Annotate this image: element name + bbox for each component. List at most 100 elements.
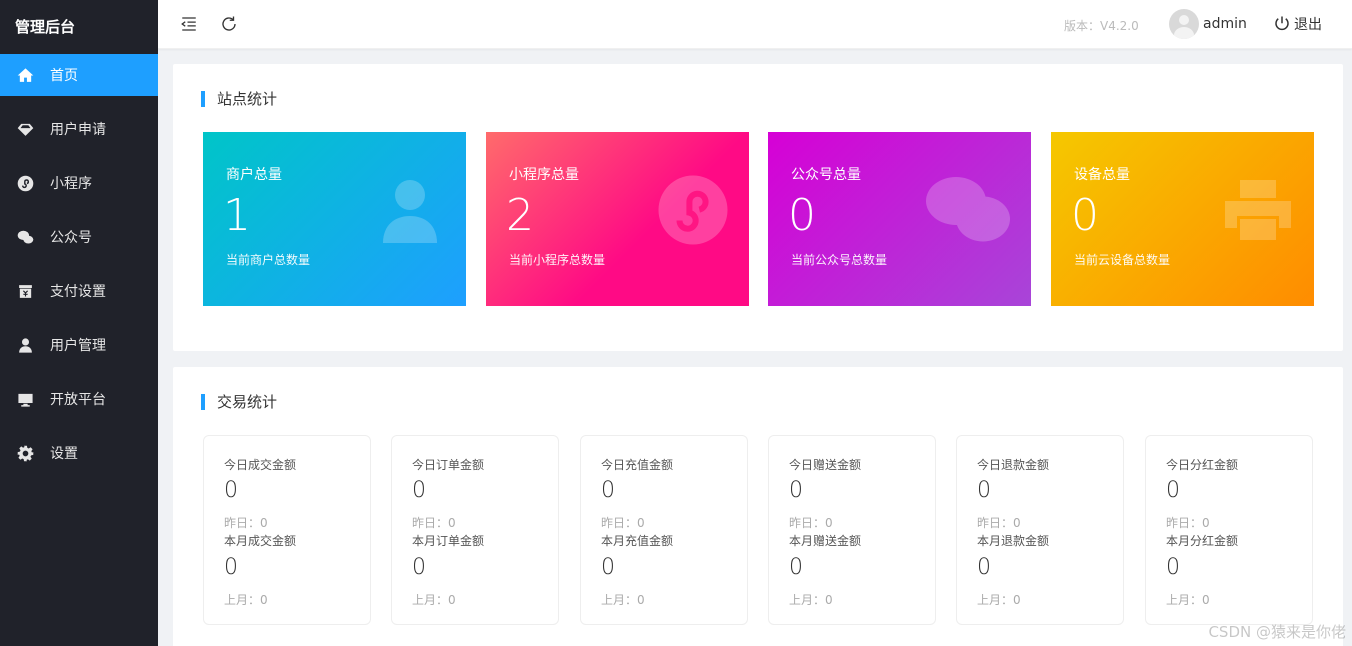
yesterday-value: 昨日：0 [977, 516, 1021, 530]
today-value: 0 [1166, 478, 1180, 503]
today-value: 0 [977, 478, 991, 503]
logout-label: 退出 [1294, 17, 1322, 33]
month-value: 0 [977, 555, 991, 580]
user-silhouette-icon [374, 174, 446, 246]
yesterday-value: 昨日：0 [1166, 516, 1210, 530]
stat-title: 小程序总量 [509, 167, 579, 183]
yesterday-value: 昨日：0 [789, 516, 833, 530]
yesterday-value: 昨日：0 [224, 516, 268, 530]
wechat-icon [923, 174, 1013, 246]
month-value: 0 [1166, 555, 1180, 580]
month-label: 本月退款金额 [977, 534, 1050, 548]
sidebar-item-payment-settings[interactable]: 支付设置 [0, 270, 158, 312]
trade-card: 今日充值金额 0 昨日：0 本月充值金额 0 上月：0 [580, 435, 748, 625]
sidebar-item-official-account[interactable]: 公众号 [0, 216, 158, 258]
home-icon [16, 66, 34, 84]
sidebar-item-label: 开放平台 [50, 392, 106, 408]
stat-card-merchants[interactable]: 商户总量 1 当前商户总数量 [203, 132, 466, 306]
stat-value: 2 [506, 190, 534, 241]
sidebar-item-label: 用户申请 [50, 122, 106, 138]
stat-value: 0 [1071, 190, 1099, 241]
month-label: 本月成交金额 [224, 534, 297, 548]
app-logo: 管理后台 [15, 18, 76, 36]
mini-program-icon [657, 174, 729, 246]
sidebar-item-label: 小程序 [50, 176, 92, 192]
last-month-value: 上月：0 [601, 593, 645, 607]
sidebar-item-user-management[interactable]: 用户管理 [0, 324, 158, 366]
sidebar-item-mini-program[interactable]: 小程序 [0, 162, 158, 204]
today-label: 今日退款金额 [977, 458, 1050, 472]
today-label: 今日充值金额 [601, 458, 674, 472]
version-label: 版本：V4.2.0 [1064, 19, 1139, 33]
gear-icon [16, 444, 34, 462]
month-label: 本月充值金额 [601, 534, 674, 548]
sidebar-item-settings[interactable]: 设置 [0, 432, 158, 474]
sidebar-item-label: 首页 [50, 68, 78, 84]
trade-card: 今日赠送金额 0 昨日：0 本月赠送金额 0 上月：0 [768, 435, 936, 625]
sidebar-item-user-apply[interactable]: 用户申请 [0, 108, 158, 150]
watermark: CSDN @猿来是你佬 [1208, 623, 1346, 641]
stat-title: 商户总量 [226, 167, 282, 183]
last-month-value: 上月：0 [412, 593, 456, 607]
user-icon [16, 336, 34, 354]
last-month-value: 上月：0 [1166, 593, 1210, 607]
site-stats-title: 站点统计 [201, 91, 277, 107]
last-month-value: 上月：0 [224, 593, 268, 607]
stat-card-devices[interactable]: 设备总量 0 当前云设备总数量 [1051, 132, 1314, 306]
mini-program-icon [16, 174, 34, 192]
month-label: 本月订单金额 [412, 534, 485, 548]
refresh-button[interactable] [218, 13, 240, 35]
monitor-icon [16, 390, 34, 408]
stat-desc: 当前云设备总数量 [1074, 253, 1171, 267]
stat-title: 设备总量 [1074, 167, 1130, 183]
today-label: 今日成交金额 [224, 458, 297, 472]
refresh-icon [222, 16, 236, 31]
sidebar-item-label: 公众号 [50, 230, 92, 246]
site-stats-panel: 站点统计 商户总量 1 当前商户总数量 小程序总量 2 当前小程序总数量 公众号… [173, 64, 1343, 351]
stat-card-mini-programs[interactable]: 小程序总量 2 当前小程序总数量 [486, 132, 749, 306]
month-value: 0 [601, 555, 615, 580]
month-label: 本月赠送金额 [789, 534, 862, 548]
diamond-icon [16, 120, 34, 138]
month-value: 0 [789, 555, 803, 580]
trade-card: 今日订单金额 0 昨日：0 本月订单金额 0 上月：0 [391, 435, 559, 625]
sidebar: 管理后台 首页 用户申请 小程序 公众号 支付设置 用户管理 开放平台 设置 [0, 0, 158, 646]
printer-icon [1222, 174, 1294, 246]
trade-card: 今日分红金额 0 昨日：0 本月分红金额 0 上月：0 [1145, 435, 1313, 625]
yesterday-value: 昨日：0 [412, 516, 456, 530]
stat-card-official-accounts[interactable]: 公众号总量 0 当前公众号总数量 [768, 132, 1031, 306]
avatar [1169, 9, 1199, 39]
month-value: 0 [412, 555, 426, 580]
username: admin [1203, 16, 1247, 32]
trade-card: 今日退款金额 0 昨日：0 本月退款金额 0 上月：0 [956, 435, 1124, 625]
stat-title: 公众号总量 [791, 167, 861, 183]
stat-desc: 当前公众号总数量 [791, 253, 888, 267]
collapse-menu-button[interactable] [178, 13, 200, 35]
today-value: 0 [601, 478, 615, 503]
power-icon [1275, 16, 1289, 31]
trade-card: 今日成交金额 0 昨日：0 本月成交金额 0 上月：0 [203, 435, 371, 625]
yesterday-value: 昨日：0 [601, 516, 645, 530]
sidebar-item-open-platform[interactable]: 开放平台 [0, 378, 158, 420]
stat-value: 0 [788, 190, 816, 241]
sidebar-item-label: 设置 [50, 446, 78, 462]
stat-value: 1 [223, 190, 251, 241]
today-value: 0 [224, 478, 238, 503]
month-label: 本月分红金额 [1166, 534, 1239, 548]
sidebar-item-home[interactable]: 首页 [0, 54, 158, 96]
stat-desc: 当前商户总数量 [226, 253, 311, 267]
logout-button[interactable]: 退出 [1273, 14, 1322, 34]
last-month-value: 上月：0 [789, 593, 833, 607]
today-label: 今日订单金额 [412, 458, 485, 472]
payment-icon [16, 282, 34, 300]
today-label: 今日赠送金额 [789, 458, 862, 472]
wechat-icon [16, 228, 34, 246]
user-menu[interactable]: admin [1169, 9, 1247, 39]
indent-icon [181, 17, 196, 31]
month-value: 0 [224, 555, 238, 580]
top-header: 版本：V4.2.0 admin 退出 [158, 0, 1352, 49]
sidebar-item-label: 支付设置 [50, 284, 106, 300]
today-value: 0 [412, 478, 426, 503]
sidebar-item-label: 用户管理 [50, 338, 106, 354]
stat-desc: 当前小程序总数量 [509, 253, 606, 267]
